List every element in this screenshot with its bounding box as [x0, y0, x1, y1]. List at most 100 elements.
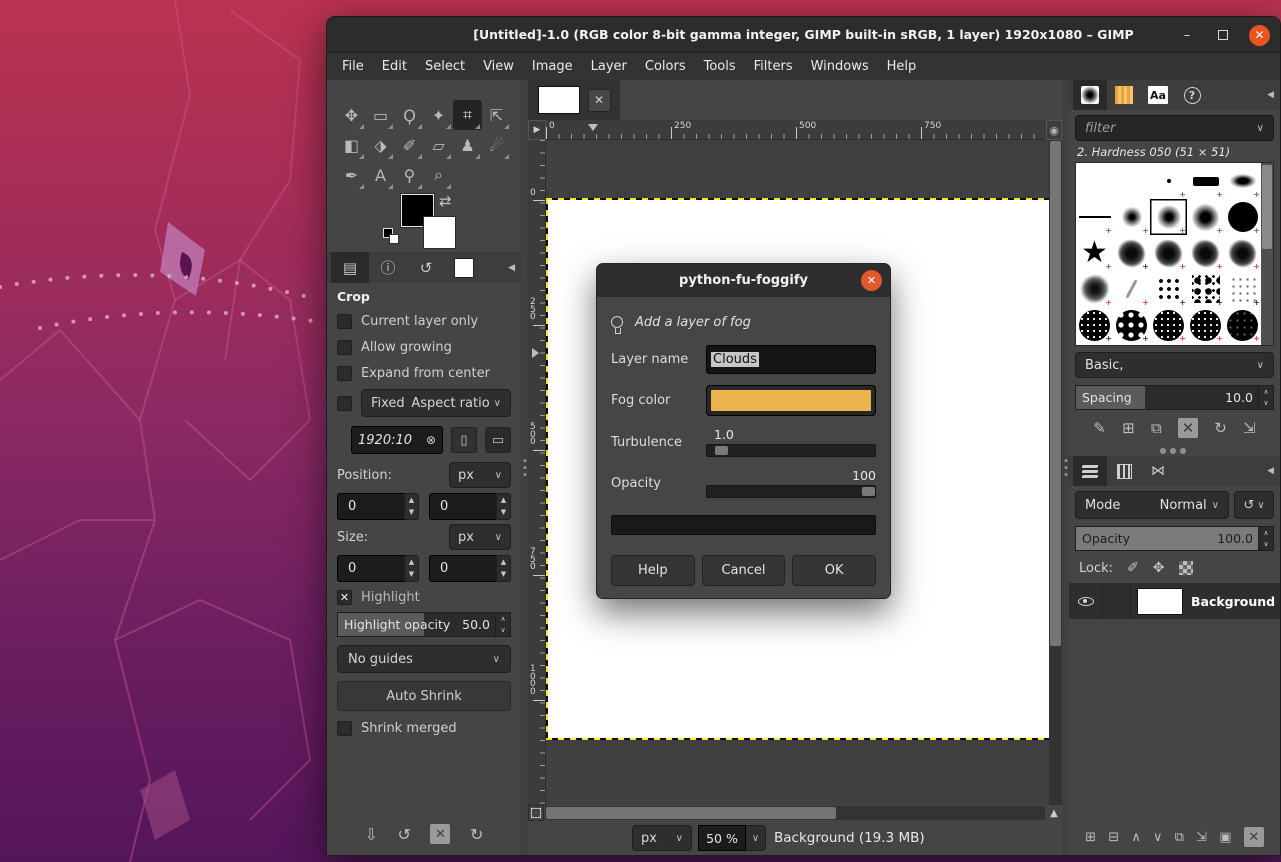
layer-link-cell[interactable]: [1103, 583, 1131, 619]
expand-from-center-checkbox[interactable]: [337, 366, 352, 381]
opacity-slider[interactable]: [706, 485, 876, 498]
save-tool-preset-icon[interactable]: ⇩: [365, 825, 378, 844]
dock-tab-tool-options[interactable]: ▤: [331, 252, 369, 283]
new-layer-icon[interactable]: ⊞: [1085, 830, 1096, 845]
size-unit-combo[interactable]: px ∨: [449, 524, 511, 550]
close-button[interactable]: ✕: [1249, 25, 1270, 46]
dock-tab-device-status[interactable]: ⓘ: [369, 252, 407, 283]
brush-smoke[interactable]: +: [1076, 271, 1113, 307]
delete-tool-preset-icon[interactable]: ✕: [430, 824, 450, 844]
lock-pixels-icon[interactable]: ✐: [1127, 560, 1139, 576]
brush-line[interactable]: +: [1076, 199, 1113, 235]
tool-gradient[interactable]: ◧: [337, 130, 366, 160]
brush-scratch[interactable]: [1150, 343, 1187, 345]
swap-colors-icon[interactable]: ⇄: [439, 192, 452, 210]
tool-eraser[interactable]: ▱: [424, 130, 453, 160]
horizontal-ruler[interactable]: 0250500750: [546, 120, 1046, 140]
landscape-button[interactable]: ▭: [485, 427, 511, 453]
brush-soft2[interactable]: +: [1150, 199, 1187, 235]
brush-pepper[interactable]: +: [1150, 271, 1187, 307]
fog-color-button[interactable]: [706, 385, 876, 416]
spinner-arrows[interactable]: ▲▼: [404, 493, 419, 520]
position-x-spinner[interactable]: 0 ▲▼: [337, 493, 419, 520]
new-brush-icon[interactable]: ⊞: [1122, 419, 1135, 437]
menu-edit[interactable]: Edit: [373, 55, 416, 78]
layer-opacity-slider[interactable]: Opacity 100.0 ∧∨: [1075, 526, 1274, 551]
edit-brush-icon[interactable]: ✎: [1093, 419, 1106, 437]
dialog-close-button[interactable]: ✕: [861, 270, 882, 291]
refresh-brushes-icon[interactable]: ↻: [1214, 419, 1227, 437]
layer-row[interactable]: Background: [1069, 583, 1280, 619]
brush-group-combo[interactable]: Basic, ∨: [1075, 352, 1274, 378]
quick-mask-toggle[interactable]: [528, 805, 544, 821]
ok-button[interactable]: OK: [792, 555, 876, 586]
fixed-aspect-button[interactable]: Fixed Aspect ratio ∨: [361, 389, 511, 417]
dock-tab-undo-history[interactable]: ↺: [407, 252, 445, 283]
maximize-button[interactable]: [1213, 25, 1233, 45]
tool-zoom[interactable]: ⌕: [424, 160, 453, 190]
help-button[interactable]: Help: [611, 555, 695, 586]
guides-combo[interactable]: No guides ∨: [337, 645, 511, 673]
tool-bucket-fill[interactable]: ⬗: [366, 130, 395, 160]
brush-chalk[interactable]: +: [1224, 235, 1261, 271]
spinner-arrows[interactable]: ∧∨: [1258, 527, 1273, 550]
position-unit-combo[interactable]: px ∨: [449, 462, 511, 488]
tool-text[interactable]: A: [366, 160, 395, 190]
merge-layer-icon[interactable]: ⇲: [1196, 830, 1207, 845]
mode-switch-button[interactable]: ↺ ∨: [1234, 491, 1274, 519]
tab-layers[interactable]: [1073, 456, 1107, 486]
menu-image[interactable]: Image: [523, 55, 582, 78]
menu-help[interactable]: Help: [878, 55, 926, 78]
brush-ellipse[interactable]: +: [1224, 163, 1261, 199]
duplicate-layer-icon[interactable]: ⧉: [1175, 830, 1184, 845]
minimize-button[interactable]: –: [1177, 25, 1197, 45]
brush-slash[interactable]: +: [1113, 271, 1150, 307]
brush-spacing-slider[interactable]: Spacing 10.0 ∧∨: [1075, 385, 1274, 410]
menu-tools[interactable]: Tools: [695, 55, 745, 78]
new-layer-group-icon[interactable]: ⊟: [1108, 830, 1119, 845]
left-dock-collapse-icon[interactable]: ◀: [508, 252, 515, 283]
layers-dock-collapse-icon[interactable]: ◀: [1267, 456, 1274, 486]
brush-blank[interactable]: [1113, 163, 1150, 199]
brush-chalk[interactable]: +: [1113, 235, 1150, 271]
brush-blank[interactable]: [1076, 163, 1113, 199]
dialog-titlebar[interactable]: python-fu-foggify ✕: [597, 264, 890, 297]
menu-view[interactable]: View: [474, 55, 523, 78]
turbulence-slider[interactable]: [706, 444, 876, 457]
brush-splat[interactable]: +: [1187, 271, 1224, 307]
restore-tool-preset-icon[interactable]: ↺: [398, 825, 411, 844]
tool-clone[interactable]: ♟: [453, 130, 482, 160]
brush-star[interactable]: +: [1076, 235, 1113, 271]
brush-bar[interactable]: +: [1187, 163, 1224, 199]
brush-dot[interactable]: +: [1150, 163, 1187, 199]
horizontal-scrollbar-thumb[interactable]: [546, 807, 836, 819]
tool-paintbrush[interactable]: ✐: [395, 130, 424, 160]
cancel-button[interactable]: Cancel: [702, 555, 786, 586]
default-colors-icon[interactable]: [383, 228, 399, 244]
window-titlebar[interactable]: [Untitled]-1.0 (RGB color 8-bit gamma in…: [327, 17, 1280, 53]
delete-brush-icon[interactable]: ✕: [1178, 418, 1198, 438]
tool-smudge[interactable]: ☄: [482, 130, 511, 160]
add-layer-mask-icon[interactable]: ▣: [1219, 830, 1231, 845]
brush-tex[interactable]: +: [1187, 307, 1224, 343]
portrait-button[interactable]: ▯: [451, 427, 477, 453]
navigation-button[interactable]: ▲: [1046, 805, 1062, 821]
highlight-checkbox[interactable]: [337, 590, 352, 605]
lower-layer-icon[interactable]: ∨: [1153, 830, 1163, 845]
tab-help[interactable]: ?: [1175, 80, 1209, 110]
tool-rectangle-select[interactable]: ▭: [366, 100, 395, 130]
layer-name-input[interactable]: Clouds: [706, 345, 876, 374]
open-brush-as-image-icon[interactable]: ⇲: [1243, 419, 1256, 437]
menu-windows[interactable]: Windows: [802, 55, 878, 78]
tab-fonts[interactable]: Aa: [1141, 80, 1175, 110]
tab-paths[interactable]: ⋈: [1141, 456, 1175, 486]
brush-soft1[interactable]: +: [1113, 199, 1150, 235]
background-color-swatch[interactable]: [423, 216, 456, 249]
tab-patterns[interactable]: [1107, 80, 1141, 110]
position-y-spinner[interactable]: 0 ▲▼: [429, 493, 511, 520]
brush-solid[interactable]: +: [1224, 199, 1261, 235]
horizontal-scrollbar[interactable]: [545, 806, 1045, 820]
opacity-slider-handle[interactable]: [862, 487, 875, 496]
size-width-spinner[interactable]: 0 ▲▼: [337, 555, 419, 582]
lock-alpha-icon[interactable]: [1179, 561, 1193, 575]
